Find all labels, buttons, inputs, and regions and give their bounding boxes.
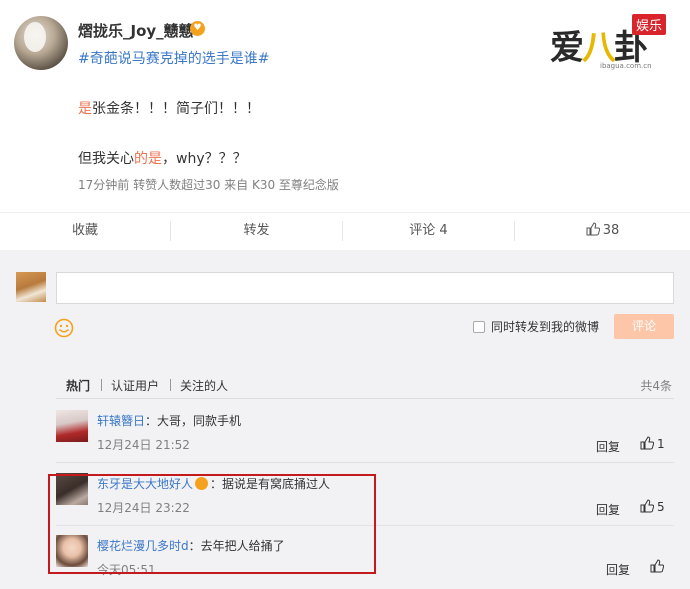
divider bbox=[101, 379, 102, 391]
comment-item: 轩辕簪日：大哥，同款手机 12月24日 21:52 回复 1 bbox=[56, 408, 674, 460]
thumbs-up-icon bbox=[586, 222, 600, 236]
reply-button[interactable]: 回复 bbox=[596, 438, 620, 455]
post-meta: 17分钟前 转赞人数超过30 来自 K30 至尊纪念版 bbox=[78, 178, 339, 192]
post-text-rest: 张金条！！！简子们！！！ bbox=[92, 101, 260, 117]
post-text-prefix: 但我关心 bbox=[78, 151, 134, 167]
vip-badge-icon: ♥ bbox=[190, 21, 205, 36]
commenter-name[interactable]: 轩辕簪日 bbox=[97, 414, 145, 428]
commenter-avatar[interactable] bbox=[56, 410, 88, 442]
post-text-line-2: 但我关心的是，why？？？ bbox=[78, 148, 247, 168]
like-count: 38 bbox=[602, 223, 620, 238]
my-avatar bbox=[16, 272, 46, 302]
comment-sort-bar: 热门 认证用户 关注的人 共4条 bbox=[56, 369, 674, 399]
comment-like-button[interactable]: 1 bbox=[640, 436, 665, 451]
comment-input[interactable] bbox=[56, 272, 674, 304]
comment-time: 12月24日 21:52 bbox=[97, 438, 190, 452]
emoji-icon[interactable] bbox=[54, 318, 74, 338]
comment-button[interactable]: 评论 4 bbox=[343, 213, 514, 249]
post-text-highlight: 的是 bbox=[134, 151, 162, 167]
divider bbox=[56, 462, 674, 463]
author-avatar[interactable] bbox=[14, 16, 68, 70]
divider bbox=[170, 379, 171, 391]
watermark-logo: 爱八卦 娱乐 ibagua.com.cn bbox=[550, 14, 680, 74]
post-author[interactable]: 熠拢乐_Joy_戆戆 bbox=[78, 20, 194, 41]
comment-like-count: 1 bbox=[657, 437, 665, 451]
repost-checkbox[interactable] bbox=[473, 321, 485, 333]
weibo-post: 熠拢乐_Joy_戆戆 ♥ #奇葩说马赛克掉的选手是谁# 是张金条！！！简子们！！… bbox=[0, 0, 690, 250]
comment-count: 共4条 bbox=[640, 379, 672, 393]
highlight-box bbox=[48, 474, 376, 574]
post-action-bar: 收藏 转发 评论 4 38 bbox=[0, 212, 690, 248]
reply-button[interactable]: 回复 bbox=[596, 501, 620, 518]
tab-hot[interactable]: 热门 bbox=[66, 377, 90, 394]
repost-checkbox-label: 同时转发到我的微博 bbox=[491, 320, 600, 334]
like-button[interactable]: 38 bbox=[515, 213, 690, 249]
comment-like-button[interactable]: 5 bbox=[640, 499, 665, 514]
favorite-button[interactable]: 收藏 bbox=[0, 213, 170, 249]
tab-verified-users[interactable]: 认证用户 bbox=[111, 377, 159, 394]
repost-button[interactable]: 转发 bbox=[171, 213, 342, 249]
post-text-rest: ，why？？？ bbox=[162, 151, 247, 167]
comment-like-count: 5 bbox=[657, 500, 665, 514]
watermark-tag: 娱乐 bbox=[632, 14, 667, 35]
thumbs-up-icon bbox=[640, 499, 654, 513]
submit-comment-button[interactable]: 评论 bbox=[614, 314, 674, 339]
comment-like-button[interactable] bbox=[650, 559, 667, 574]
topic-link[interactable]: #奇葩说马赛克掉的选手是谁# bbox=[78, 48, 269, 68]
watermark-url: ibagua.com.cn bbox=[600, 62, 652, 70]
thumbs-up-icon bbox=[640, 436, 654, 450]
comment-text: 轩辕簪日：大哥，同款手机 bbox=[97, 414, 242, 428]
thumbs-up-icon bbox=[650, 559, 664, 573]
post-text-line-1: 是张金条！！！简子们！！！ bbox=[78, 98, 260, 118]
tab-following[interactable]: 关注的人 bbox=[180, 377, 228, 394]
post-text-highlight: 是 bbox=[78, 101, 92, 117]
reply-button[interactable]: 回复 bbox=[606, 561, 630, 578]
